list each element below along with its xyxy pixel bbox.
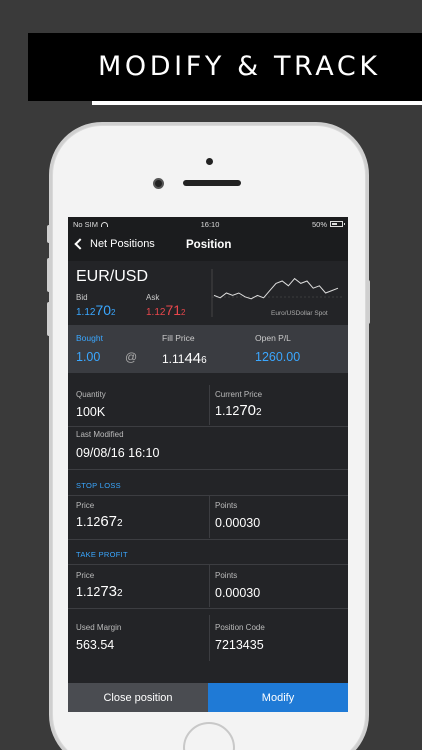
take-profit-points-label: Points xyxy=(215,571,238,580)
column-divider xyxy=(209,565,210,607)
stop-loss-points-label: Points xyxy=(215,501,238,510)
back-button[interactable]: Net Positions xyxy=(74,238,155,250)
quantity-value: 100K xyxy=(76,405,106,419)
last-modified-label: Last Modified xyxy=(76,430,124,439)
used-margin-value: 563.54 xyxy=(76,638,115,652)
page-title: Position xyxy=(186,239,232,251)
take-profit-heading: TAKE PROFIT xyxy=(76,550,128,559)
quantity-label: Quantity xyxy=(76,390,106,399)
stop-loss-points-value[interactable]: 0.00030 xyxy=(215,516,260,530)
row-divider xyxy=(68,539,348,540)
row-divider xyxy=(68,564,348,565)
row-divider xyxy=(68,495,348,496)
promo-underline xyxy=(92,101,422,105)
battery-percent: 50% xyxy=(311,219,327,229)
row-divider xyxy=(68,426,348,427)
status-time: 16:10 xyxy=(200,219,220,229)
phone-volume-up xyxy=(47,258,51,292)
used-margin-label: Used Margin xyxy=(76,623,122,632)
take-profit-points-value[interactable]: 0.00030 xyxy=(215,586,260,600)
phone-volume-down xyxy=(47,302,51,336)
fill-price-label: Fill Price xyxy=(162,333,195,343)
stop-loss-price-label: Price xyxy=(76,501,95,510)
current-price-label: Current Price xyxy=(215,390,263,399)
row-divider xyxy=(68,469,348,470)
position-code-value: 7213435 xyxy=(215,638,264,652)
instrument-panel: EUR/USD Bid Ask 1.12702 1.12712 Euro/USD… xyxy=(68,261,348,325)
chart-caption: Euro/USDollar Spot xyxy=(271,310,328,317)
action-bar: Close position Modify xyxy=(68,683,348,712)
stop-loss-heading: STOP LOSS xyxy=(76,481,121,490)
earpiece-speaker xyxy=(183,180,241,186)
last-modified-value: 09/08/16 16:10 xyxy=(76,446,160,460)
column-divider xyxy=(209,615,210,661)
phone-mute-switch xyxy=(47,225,51,243)
nav-bar: Net Positions Position xyxy=(68,231,348,261)
position-code-label: Position Code xyxy=(215,623,265,632)
close-position-button[interactable]: Close position xyxy=(68,683,208,712)
open-pl-value: 1260.00 xyxy=(255,350,301,364)
fill-summary: Bought 1.00 @ Fill Price 1.11446 Open P/… xyxy=(68,325,348,373)
back-label: Net Positions xyxy=(90,238,155,250)
wifi-icon xyxy=(101,221,109,227)
fill-price-value: 1.11446 xyxy=(162,350,207,367)
battery-icon xyxy=(330,221,345,227)
bought-value: 1.00 xyxy=(76,350,101,364)
carrier-label: No SIM xyxy=(73,219,99,229)
app-screen: No SIM 16:10 50% Net Positions Position … xyxy=(68,217,348,712)
column-divider xyxy=(209,385,210,425)
take-profit-price-value[interactable]: 1.12732 xyxy=(76,583,123,600)
chevron-left-icon xyxy=(74,238,86,250)
stop-loss-price-value[interactable]: 1.12672 xyxy=(76,513,123,530)
front-camera xyxy=(153,178,164,189)
promo-banner: MODIFY & TRACK xyxy=(28,33,422,101)
ask-price[interactable]: 1.12712 xyxy=(146,302,186,318)
bought-label: Bought xyxy=(76,333,103,343)
at-sign: @ xyxy=(125,350,138,364)
promo-headline: MODIFY & TRACK xyxy=(98,51,381,82)
sparkline-path xyxy=(213,277,339,300)
take-profit-price-label: Price xyxy=(76,571,95,580)
modify-button[interactable]: Modify xyxy=(208,683,348,712)
current-price-value: 1.12702 xyxy=(215,402,262,419)
ask-label: Ask xyxy=(146,293,160,302)
open-pl-label: Open P/L xyxy=(255,333,291,343)
column-divider xyxy=(209,496,210,538)
bid-price[interactable]: 1.12702 xyxy=(76,302,116,318)
proximity-sensor xyxy=(206,158,213,165)
row-divider xyxy=(68,608,348,609)
bid-label: Bid xyxy=(76,293,88,302)
instrument-symbol: EUR/USD xyxy=(76,268,149,285)
phone-power-button xyxy=(366,280,370,324)
status-bar: No SIM 16:10 50% xyxy=(68,217,348,231)
